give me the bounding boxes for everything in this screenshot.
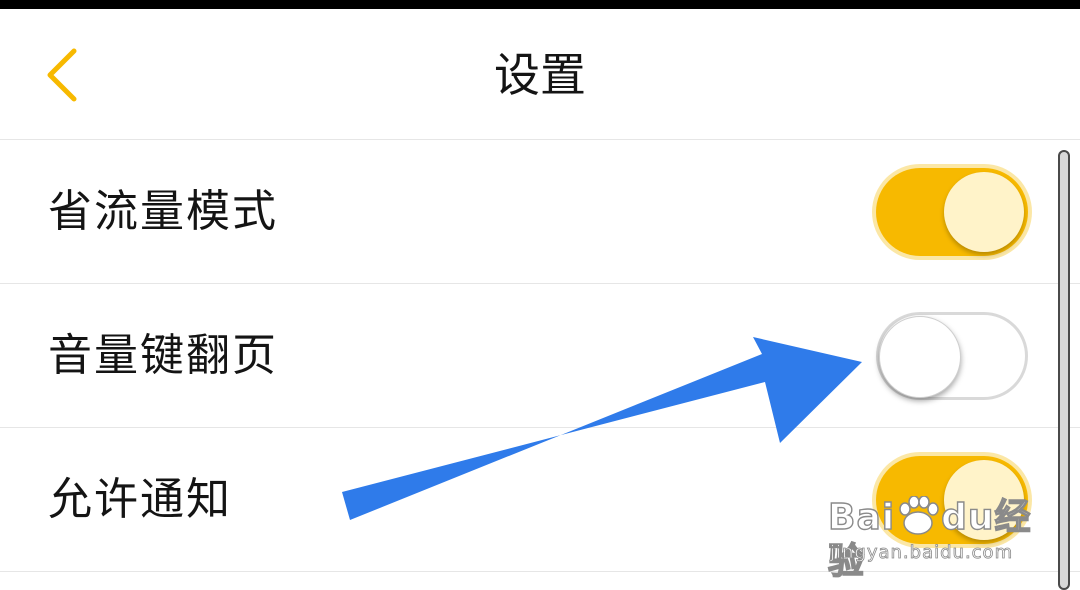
scrollbar[interactable] [1058,150,1070,590]
settings-list: 省流量模式 音量键翻页 允许通知 [0,140,1080,572]
data-saver-toggle[interactable] [876,168,1028,256]
setting-label: 省流量模式 [48,186,278,237]
setting-label: 音量键翻页 [48,330,278,381]
top-navigation-bar: 设置 [0,9,1080,140]
page-title: 设置 [494,48,586,102]
setting-label: 允许通知 [48,474,232,525]
allow-notifications-toggle[interactable] [876,456,1028,544]
status-bar-edge [0,0,1080,9]
setting-row-allow-notifications: 允许通知 [0,428,1080,572]
setting-row-data-saver: 省流量模式 [0,140,1080,284]
chevron-left-icon [47,48,77,102]
toggle-knob [944,460,1024,540]
volume-key-page-turn-toggle[interactable] [876,312,1028,400]
toggle-knob [944,172,1024,252]
back-button[interactable] [30,37,94,113]
toggle-knob [879,316,961,398]
setting-row-volume-key-page-turn: 音量键翻页 [0,284,1080,428]
